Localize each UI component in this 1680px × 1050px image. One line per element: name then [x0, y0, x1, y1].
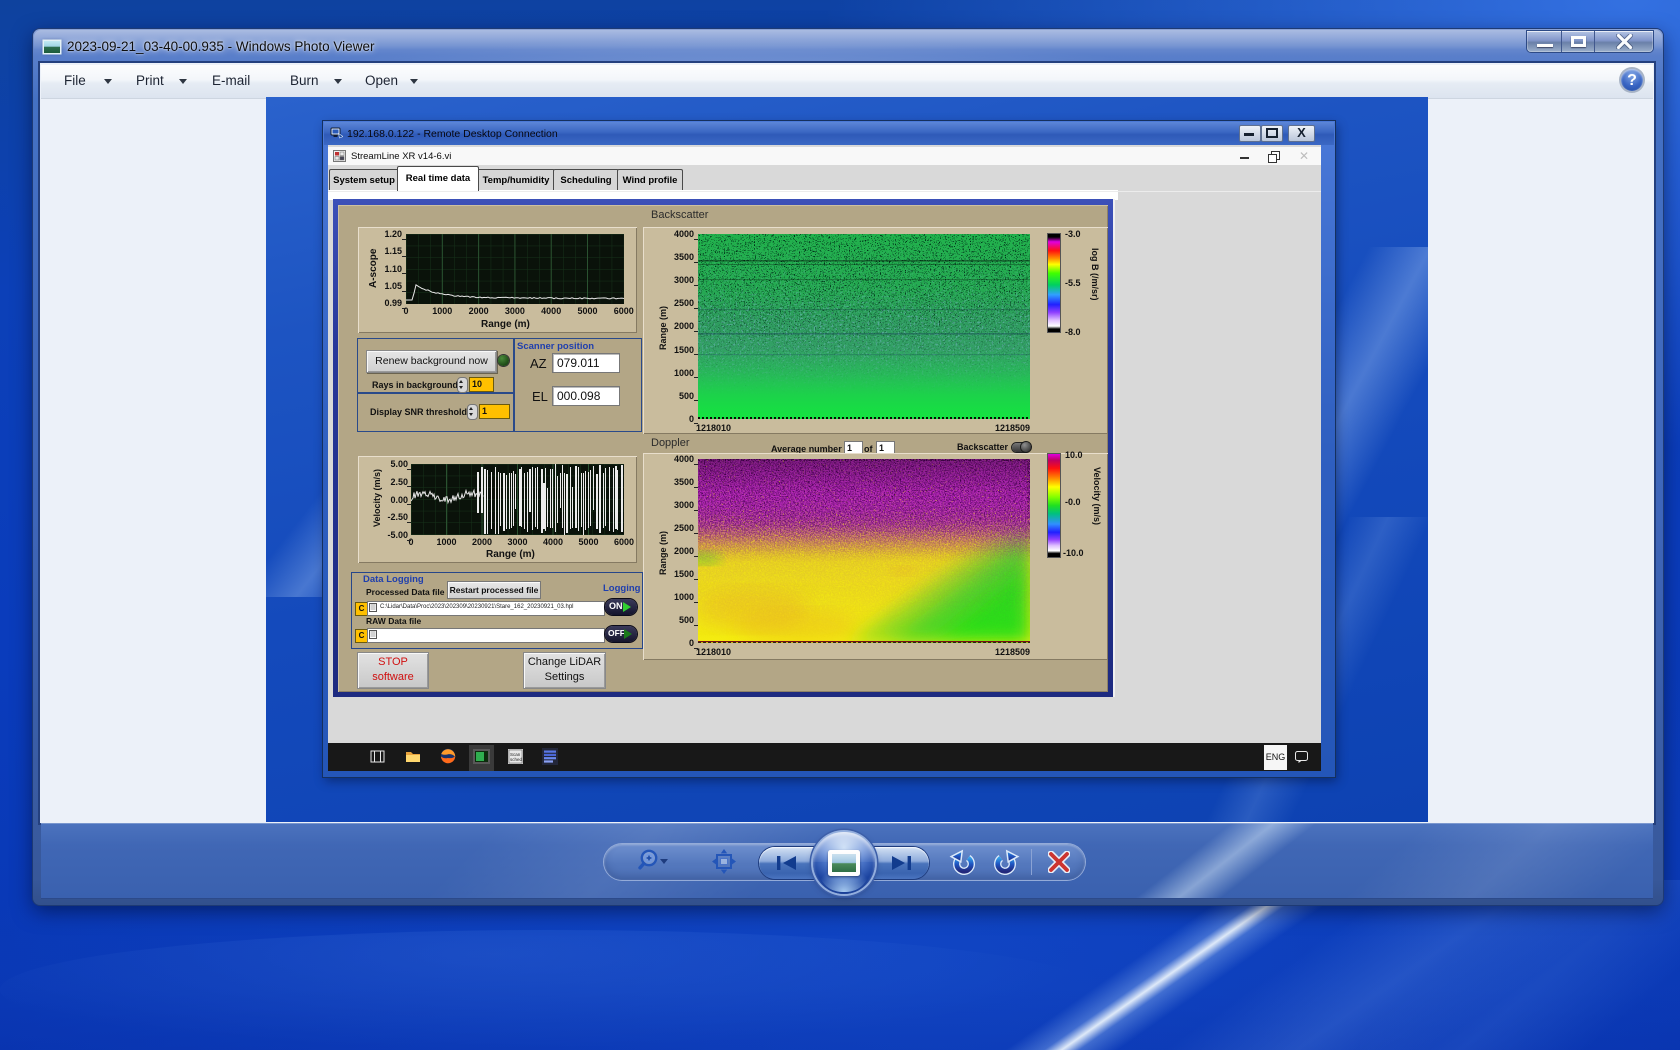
svg-text:sched: sched [510, 757, 523, 762]
